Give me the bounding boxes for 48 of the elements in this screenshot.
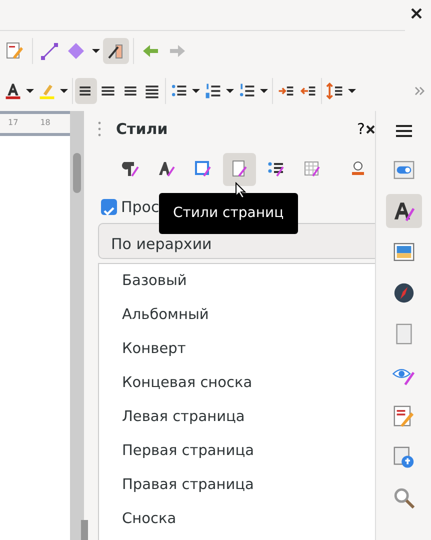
style-list-item[interactable]: Альбомный	[122, 305, 209, 339]
caret-icon	[348, 89, 356, 93]
accessibility-icon	[392, 445, 416, 469]
style-list-item[interactable]: Правая страница	[122, 475, 254, 509]
toggle-icon	[392, 158, 416, 182]
style-list-item[interactable]: Сноска	[122, 509, 176, 540]
style-list-item[interactable]: Базовый	[122, 271, 187, 305]
style-list-item[interactable]: Концевая сноска	[122, 373, 252, 407]
mouse-cursor	[235, 182, 247, 199]
highlighter-icon	[38, 82, 56, 100]
checkbox[interactable]	[101, 199, 117, 215]
line-spacing-icon	[326, 82, 344, 100]
style-list-item[interactable]: Конверт	[122, 339, 186, 373]
menu-icon[interactable]	[396, 124, 412, 138]
grip-icon[interactable]	[98, 121, 101, 137]
search-icon	[392, 486, 416, 510]
caret-icon	[60, 89, 68, 93]
ruler-number: 17	[8, 117, 18, 129]
caret-icon	[92, 49, 100, 53]
table-style-icon	[302, 159, 322, 179]
caret-icon	[226, 89, 234, 93]
character-style-icon	[156, 159, 177, 179]
checkbox-label: Прос	[121, 196, 160, 218]
compass-icon	[392, 281, 416, 305]
list-style-icon	[266, 159, 286, 179]
toolbar-button[interactable]	[75, 78, 97, 104]
panel-title: Стили	[116, 118, 168, 140]
sidebar-tab[interactable]	[386, 194, 422, 228]
font-color-icon	[4, 82, 22, 100]
tooltip: Стили страниц	[159, 193, 298, 234]
style-list-item[interactable]: Первая страница	[122, 441, 254, 475]
caret-icon	[192, 89, 200, 93]
close-icon[interactable]	[411, 8, 422, 19]
close-icon[interactable]	[366, 124, 375, 134]
scrollbar-thumb[interactable]	[73, 153, 81, 193]
edit-icon	[392, 404, 416, 428]
caret-icon	[260, 89, 268, 93]
style-list-item[interactable]: Левая страница	[122, 407, 245, 441]
numbered-list-icon	[204, 82, 222, 100]
paragraph-style-icon	[120, 159, 141, 179]
toolbar-button[interactable]	[103, 38, 129, 64]
help-button[interactable]: ?	[356, 116, 366, 142]
edit-icon	[5, 41, 25, 61]
line-icon	[40, 41, 60, 61]
caret-icon	[26, 89, 34, 93]
ruler-number: 18	[40, 117, 50, 129]
diamond-icon	[66, 41, 86, 61]
picture-frame-icon	[392, 240, 416, 264]
